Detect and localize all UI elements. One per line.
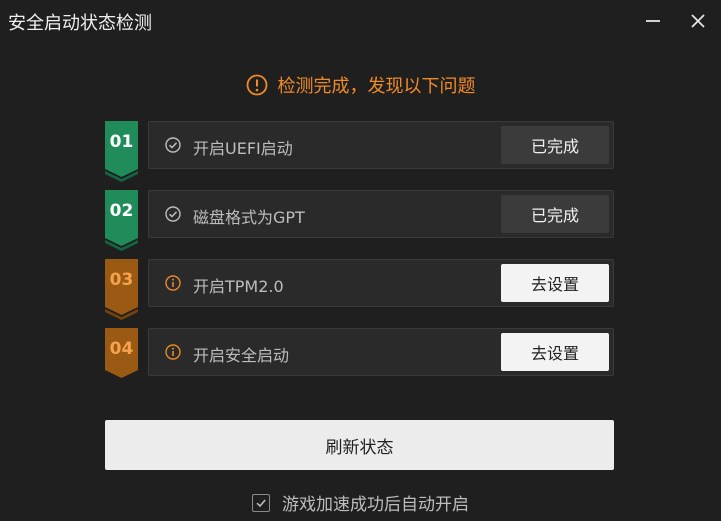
close-button[interactable] bbox=[684, 7, 712, 35]
completed-button[interactable]: 已完成 bbox=[501, 195, 609, 233]
step-tpm: 03 开启TPM2.0 去设置 bbox=[105, 259, 614, 320]
step-badge: 02 bbox=[105, 190, 138, 252]
go-settings-button[interactable]: 去设置 bbox=[501, 264, 609, 302]
step-gpt: 02 磁盘格式为GPT 已完成 bbox=[105, 190, 614, 251]
auto-start-checkbox[interactable] bbox=[252, 493, 270, 512]
step-uefi: 01 开启UEFI启动 已完成 bbox=[105, 121, 614, 182]
step-label: 开启安全启动 bbox=[193, 346, 290, 365]
check-circle-icon bbox=[165, 206, 181, 222]
step-badge: 01 bbox=[105, 121, 138, 183]
minimize-button[interactable] bbox=[639, 7, 667, 35]
info-circle-icon bbox=[165, 344, 181, 360]
step-number: 03 bbox=[109, 270, 134, 290]
step-label: 磁盘格式为GPT bbox=[193, 208, 305, 227]
go-settings-button[interactable]: 去设置 bbox=[501, 333, 609, 371]
auto-start-label: 游戏加速成功后自动开启 bbox=[282, 495, 469, 515]
step-number: 01 bbox=[109, 132, 134, 152]
status-message: 检测完成，发现以下问题 bbox=[277, 76, 476, 97]
checkmark-icon bbox=[256, 498, 266, 507]
step-label: 开启UEFI启动 bbox=[193, 139, 293, 158]
step-row: 开启安全启动 去设置 bbox=[148, 328, 614, 376]
status-banner: 检测完成，发现以下问题 bbox=[0, 72, 721, 98]
step-number: 02 bbox=[109, 201, 134, 221]
info-circle-icon bbox=[165, 275, 181, 291]
step-label: 开启TPM2.0 bbox=[193, 277, 284, 296]
refresh-status-button[interactable]: 刷新状态 bbox=[105, 420, 614, 470]
check-circle-icon bbox=[165, 137, 181, 153]
window-title: 安全启动状态检测 bbox=[8, 13, 152, 34]
step-badge: 04 bbox=[105, 328, 138, 390]
step-row: 开启TPM2.0 去设置 bbox=[148, 259, 614, 307]
close-icon bbox=[691, 14, 705, 28]
step-number: 04 bbox=[109, 339, 134, 359]
completed-button[interactable]: 已完成 bbox=[501, 126, 609, 164]
step-badge: 03 bbox=[105, 259, 138, 321]
title-bar: 安全启动状态检测 bbox=[0, 0, 721, 42]
step-row: 磁盘格式为GPT 已完成 bbox=[148, 190, 614, 238]
auto-start-option: 游戏加速成功后自动开启 bbox=[0, 490, 721, 515]
step-secure-boot: 04 开启安全启动 去设置 bbox=[105, 328, 614, 378]
minimize-icon bbox=[646, 20, 660, 22]
step-row: 开启UEFI启动 已完成 bbox=[148, 121, 614, 169]
warning-circle-icon bbox=[246, 74, 267, 96]
